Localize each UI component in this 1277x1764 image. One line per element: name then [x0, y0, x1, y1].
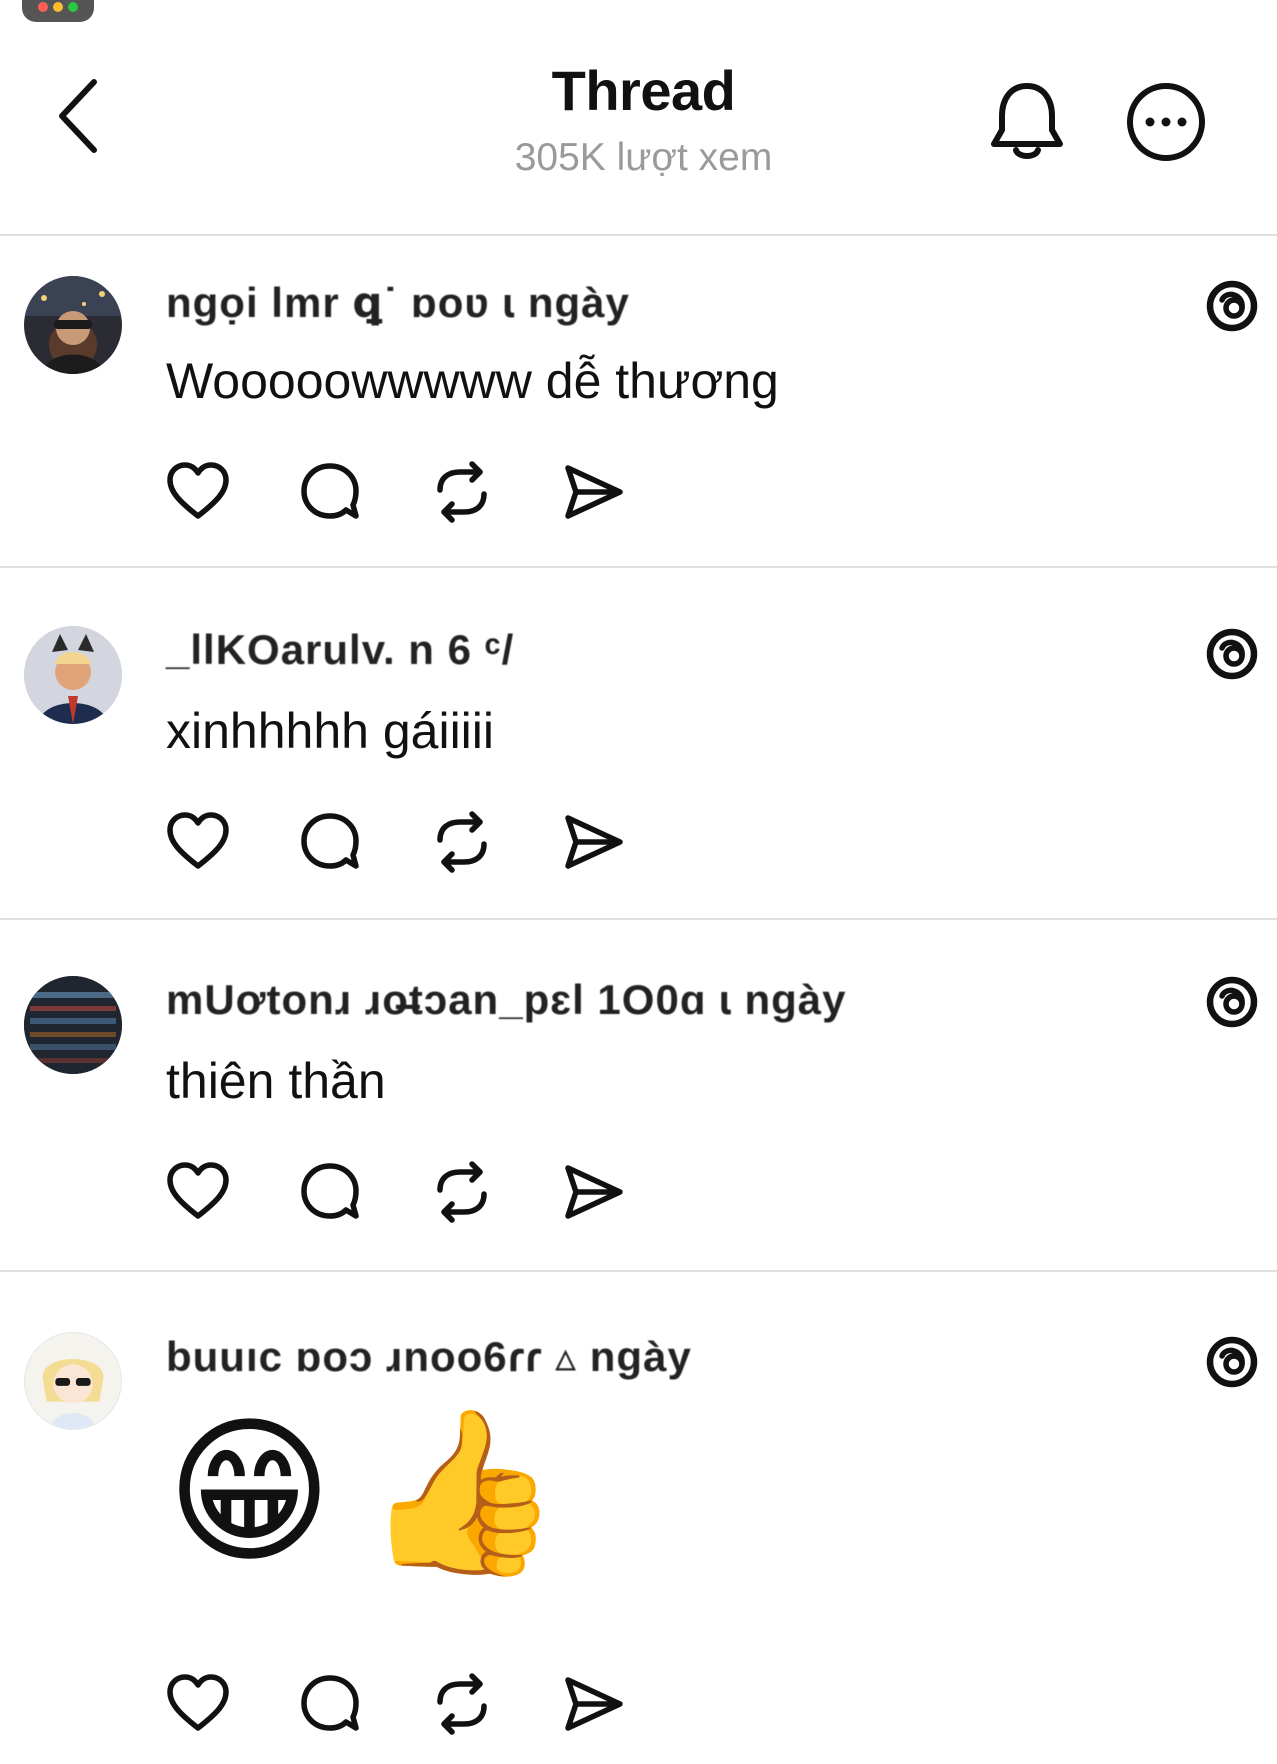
- comment-actions: [166, 460, 686, 524]
- like-button[interactable]: [166, 810, 230, 874]
- comment-username[interactable]: buuıc ɒoɔ ɹnoo6ɾɾ ▵ ngày: [166, 1332, 692, 1381]
- views-count: 305K lượt xem: [514, 136, 773, 179]
- repost-button[interactable]: [430, 810, 494, 874]
- comment-emojis: 😁 👍: [166, 1412, 562, 1572]
- repost-button[interactable]: [430, 1672, 494, 1736]
- comment-icon: [301, 463, 359, 519]
- threads-logo-icon[interactable]: [1200, 274, 1264, 338]
- repost-icon: [437, 1673, 487, 1735]
- more-options-button[interactable]: [1124, 80, 1208, 164]
- heart-icon: [167, 1674, 229, 1731]
- comment-item: mUơtonɹ ɹo̶tɔan_pɛl 1O0ɑ ɩ ngày thiên th…: [0, 920, 1277, 1270]
- more-horizontal-icon: [1127, 83, 1205, 161]
- send-icon: [565, 1677, 623, 1731]
- comment-icon: [301, 813, 359, 869]
- user-avatar-photo: [24, 626, 122, 724]
- user-avatar-cartoon: [42, 1358, 104, 1429]
- page-title: Thread: [551, 59, 736, 122]
- share-button[interactable]: [562, 810, 626, 874]
- avatar[interactable]: [24, 626, 122, 724]
- repost-button[interactable]: [430, 460, 494, 524]
- like-button[interactable]: [166, 1672, 230, 1736]
- comment-text: thiên thần: [166, 1053, 386, 1109]
- comment-text: Wooooowwwww dễ thương: [166, 353, 779, 409]
- user-avatar-photo: [24, 276, 122, 374]
- comment-icon: [301, 1163, 359, 1219]
- like-button[interactable]: [166, 460, 230, 524]
- comment-username[interactable]: ngọi lmr ꝗ˙ ɒoʋ ɩ ngày: [166, 278, 630, 327]
- reply-button[interactable]: [298, 810, 362, 874]
- share-button[interactable]: [562, 460, 626, 524]
- threads-logo-icon[interactable]: [1200, 1330, 1264, 1394]
- avatar[interactable]: [24, 1332, 122, 1430]
- comment-actions: [166, 1672, 686, 1736]
- thumbs-up-emoji: 👍: [362, 1398, 563, 1585]
- repost-button[interactable]: [430, 1160, 494, 1224]
- share-button[interactable]: [562, 1160, 626, 1224]
- avatar[interactable]: [24, 276, 122, 374]
- repost-icon: [437, 461, 487, 523]
- heart-icon: [167, 812, 229, 869]
- repost-icon: [437, 1161, 487, 1223]
- comment-icon: [301, 1675, 359, 1731]
- reply-button[interactable]: [298, 1672, 362, 1736]
- comment-username[interactable]: mUơtonɹ ɹo̶tɔan_pɛl 1O0ɑ ɩ ngày: [166, 976, 847, 1024]
- header: Thread 305K lượt xem: [0, 0, 1277, 235]
- send-icon: [565, 1165, 623, 1219]
- heart-icon: [167, 462, 229, 519]
- send-icon: [565, 465, 623, 519]
- bell-icon: [991, 83, 1063, 159]
- notifications-button[interactable]: [986, 78, 1068, 164]
- threads-logo-icon[interactable]: [1200, 970, 1264, 1034]
- share-button[interactable]: [562, 1672, 626, 1736]
- send-icon: [565, 815, 623, 869]
- repost-icon: [437, 811, 487, 873]
- comment-username[interactable]: _llKOarulv. n 6 ᶜ/: [166, 626, 514, 674]
- reply-button[interactable]: [298, 460, 362, 524]
- avatar[interactable]: [24, 976, 122, 1074]
- comment-actions: [166, 1160, 686, 1224]
- like-button[interactable]: [166, 1160, 230, 1224]
- comment-text: xinhhhhh gáiiiii: [166, 703, 495, 759]
- grinning-face-emoji: 😁: [166, 1398, 333, 1585]
- reply-button[interactable]: [298, 1160, 362, 1224]
- threads-logo-icon[interactable]: [1200, 622, 1264, 686]
- comment-item: buuıc ɒoɔ ɹnoo6ɾɾ ▵ ngày 😁 👍: [0, 1272, 1277, 1764]
- comment-item: _llKOarulv. n 6 ᶜ/ xinhhhhh gáiiiii: [0, 568, 1277, 918]
- heart-icon: [167, 1162, 229, 1219]
- user-avatar-photo: [24, 976, 122, 1074]
- comment-item: ngọi lmr ꝗ˙ ɒoʋ ɩ ngày Wooooowwwww dễ th…: [0, 236, 1277, 566]
- comment-actions: [166, 810, 686, 874]
